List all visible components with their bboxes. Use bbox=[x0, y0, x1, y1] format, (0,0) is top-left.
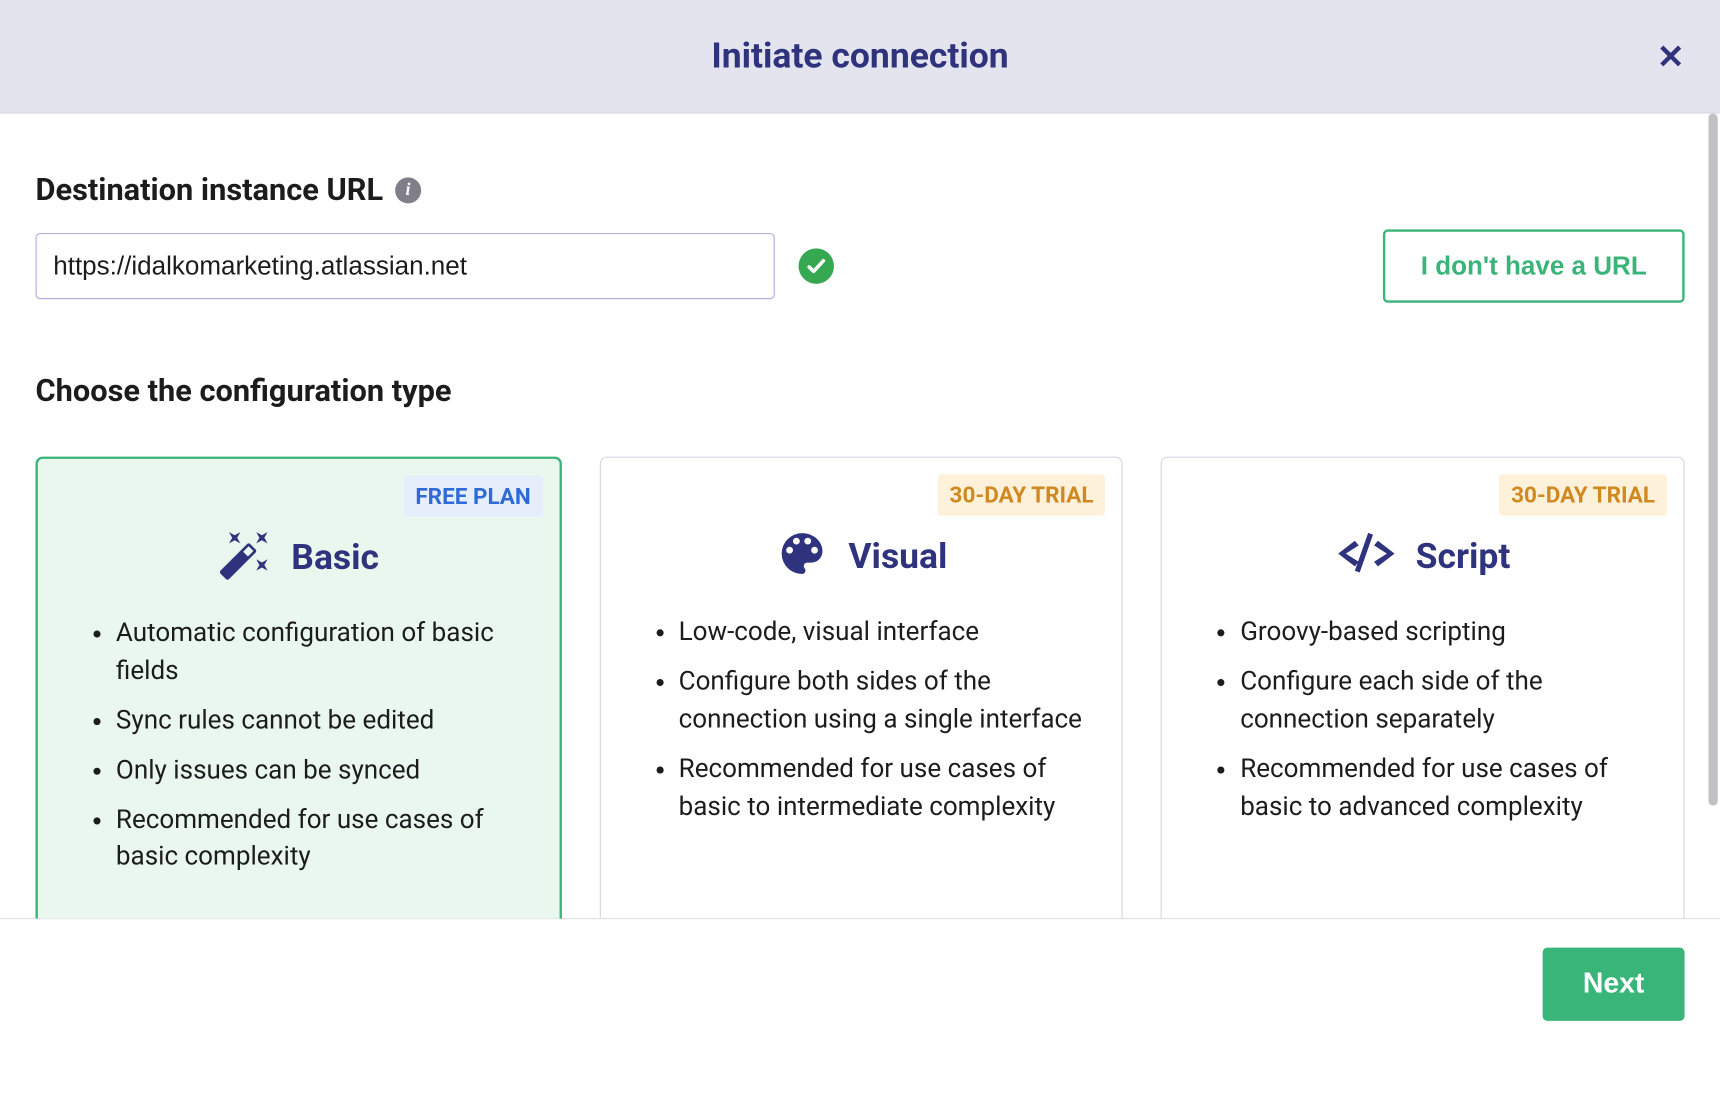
modal-body: Destination instance URL i I don't have … bbox=[0, 114, 1720, 918]
config-card-script[interactable]: 30-DAY TRIAL Script Groovy-based scripti… bbox=[1161, 457, 1685, 918]
list-item: Recommended for use cases of basic compl… bbox=[116, 802, 531, 877]
plan-badge: 30-DAY TRIAL bbox=[938, 474, 1106, 515]
next-button[interactable]: Next bbox=[1543, 947, 1685, 1020]
modal-header: Initiate connection ✕ bbox=[0, 0, 1720, 114]
close-icon: ✕ bbox=[1657, 38, 1685, 75]
list-item: Configure each side of the connection se… bbox=[1240, 664, 1655, 739]
card-features-list: Groovy-based scripting Configure each si… bbox=[1191, 614, 1656, 826]
code-icon bbox=[1335, 526, 1397, 585]
modal-footer: Next bbox=[0, 918, 1720, 1048]
url-section-label: Destination instance URL i bbox=[35, 173, 1684, 208]
config-card-visual[interactable]: 30-DAY TRIAL Visual Low-code, visual int… bbox=[599, 457, 1123, 918]
card-header: Basic bbox=[66, 528, 531, 587]
config-section-label: Choose the configuration type bbox=[35, 374, 1684, 409]
card-header: Script bbox=[1191, 526, 1656, 585]
list-item: Low-code, visual interface bbox=[679, 614, 1094, 652]
plan-badge: 30-DAY TRIAL bbox=[1499, 474, 1667, 515]
list-item: Recommended for use cases of basic to ad… bbox=[1240, 751, 1655, 826]
card-features-list: Low-code, visual interface Configure bot… bbox=[629, 614, 1094, 826]
card-features-list: Automatic configuration of basic fields … bbox=[66, 615, 531, 877]
config-card-basic[interactable]: FREE PLAN Basic Automatic configuration … bbox=[35, 457, 561, 918]
destination-url-input[interactable] bbox=[35, 233, 774, 299]
palette-icon bbox=[775, 526, 829, 585]
scrollbar[interactable] bbox=[1708, 114, 1720, 914]
list-item: Groovy-based scripting bbox=[1240, 614, 1655, 652]
url-row: I don't have a URL bbox=[35, 230, 1684, 303]
no-url-button[interactable]: I don't have a URL bbox=[1383, 230, 1685, 303]
list-item: Only issues can be synced bbox=[116, 752, 531, 790]
list-item: Sync rules cannot be edited bbox=[116, 702, 531, 740]
card-title: Basic bbox=[291, 536, 379, 577]
list-item: Automatic configuration of basic fields bbox=[116, 615, 531, 690]
magic-wand-icon bbox=[218, 528, 272, 587]
list-item: Configure both sides of the connection u… bbox=[679, 664, 1094, 739]
scrollbar-thumb[interactable] bbox=[1708, 114, 1717, 806]
close-button[interactable]: ✕ bbox=[1657, 37, 1685, 76]
modal-title: Initiate connection bbox=[711, 35, 1008, 76]
card-title: Visual bbox=[848, 535, 947, 576]
check-icon bbox=[799, 248, 834, 283]
config-cards: FREE PLAN Basic Automatic configuration … bbox=[35, 457, 1684, 918]
card-title: Script bbox=[1416, 535, 1511, 576]
url-label-text: Destination instance URL bbox=[35, 173, 383, 208]
list-item: Recommended for use cases of basic to in… bbox=[679, 751, 1094, 826]
card-header: Visual bbox=[629, 526, 1094, 585]
plan-badge: FREE PLAN bbox=[404, 476, 543, 517]
info-icon[interactable]: i bbox=[395, 177, 421, 203]
